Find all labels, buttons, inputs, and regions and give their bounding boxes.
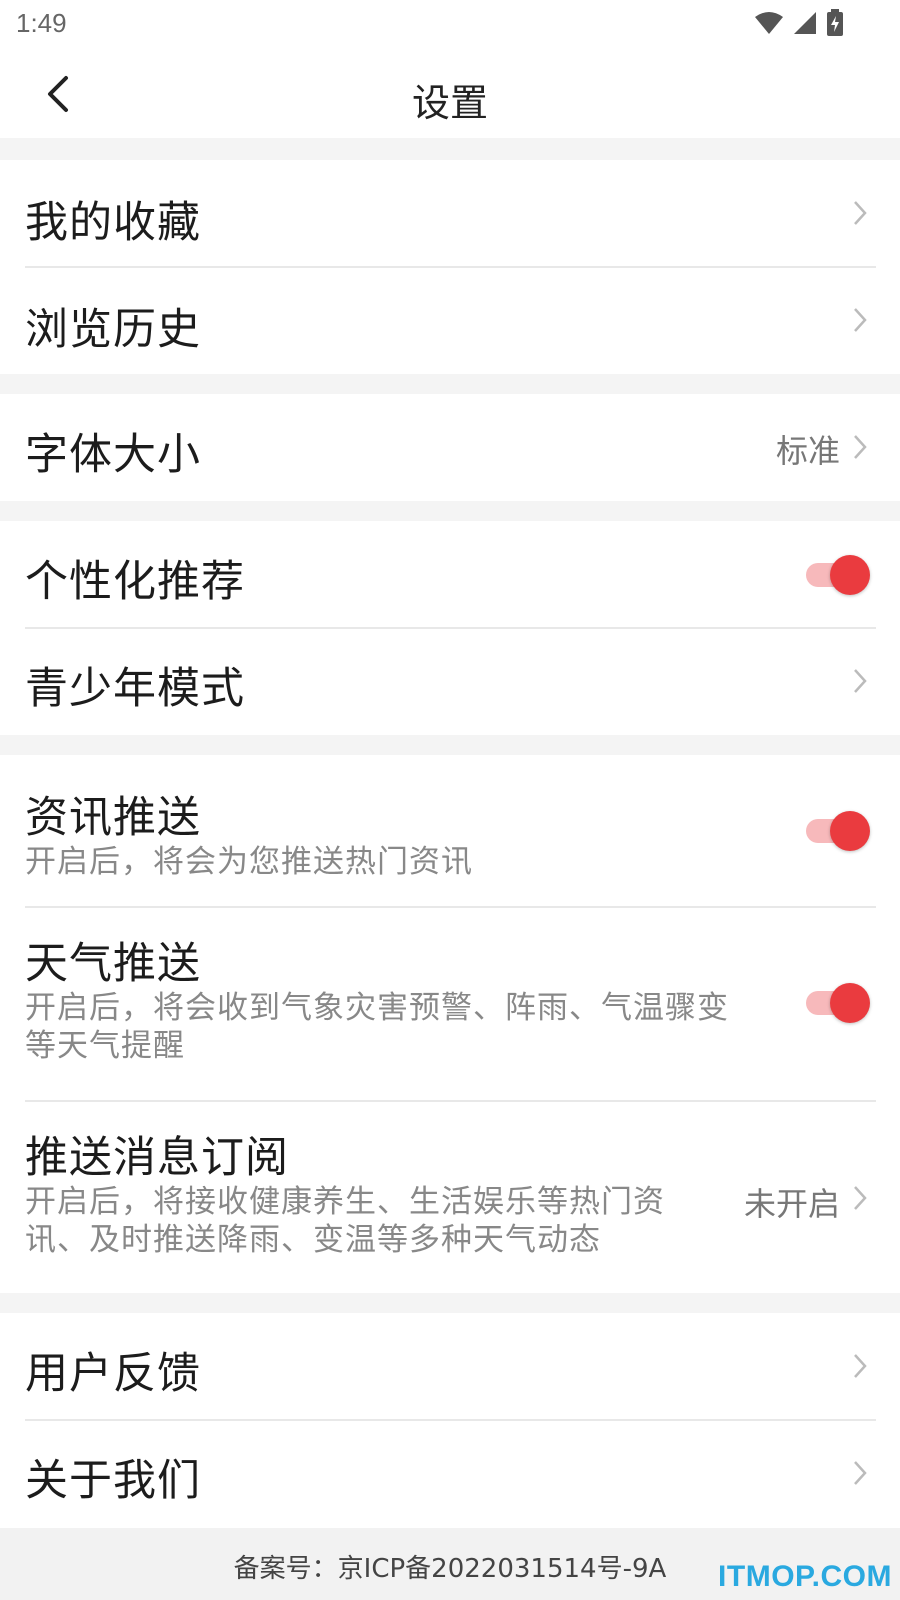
row-label: 关于我们	[25, 1456, 201, 1506]
font-size-value: 标准	[775, 432, 840, 470]
row-push-subscription[interactable]: 推送消息订阅 开启后，将接收健康养生、生活娱乐等热门资 讯、及时推送降雨、变温等…	[0, 1101, 900, 1293]
settings-group-favorites: 我的收藏 浏览历史	[0, 160, 900, 374]
app-header: 设置	[0, 50, 900, 138]
toggle-knob	[830, 983, 870, 1023]
chevron-right-icon	[854, 1186, 867, 1210]
chevron-right-icon	[854, 1461, 867, 1485]
chevron-right-icon	[854, 308, 867, 332]
page-title: 设置	[411, 81, 488, 125]
signal-icon	[794, 12, 816, 34]
row-label: 我的收藏	[25, 198, 201, 248]
row-label: 浏览历史	[25, 305, 201, 355]
chevron-right-icon	[854, 201, 867, 225]
settings-group-font: 字体大小 标准	[0, 394, 900, 501]
row-description: 开启后，将会为您推送热门资讯	[25, 844, 473, 880]
row-label: 青少年模式	[25, 664, 245, 714]
subscription-status-value: 未开启	[743, 1185, 840, 1223]
personalized-recommend-toggle[interactable]	[806, 555, 870, 595]
row-my-favorites[interactable]: 我的收藏	[0, 160, 900, 267]
battery-icon	[827, 9, 843, 36]
status-bar: 1:49	[0, 0, 900, 50]
row-news-push: 资讯推送 开启后，将会为您推送热门资讯	[0, 755, 900, 907]
chevron-right-icon	[854, 435, 867, 459]
row-label: 推送消息订阅	[25, 1133, 289, 1183]
row-label: 资讯推送	[25, 793, 201, 843]
toggle-knob	[830, 811, 870, 851]
site-watermark: ITMOP.COM	[718, 1560, 892, 1593]
row-personalized-recommend: 个性化推荐	[0, 521, 900, 628]
chevron-right-icon	[854, 669, 867, 693]
chevron-right-icon	[854, 1354, 867, 1378]
row-label: 用户反馈	[25, 1349, 201, 1399]
row-label: 个性化推荐	[25, 557, 245, 607]
weather-push-toggle[interactable]	[806, 983, 870, 1023]
toggle-knob	[830, 555, 870, 595]
news-push-toggle[interactable]	[806, 811, 870, 851]
row-label: 天气推送	[25, 939, 201, 989]
row-user-feedback[interactable]: 用户反馈	[0, 1313, 900, 1420]
row-description-line2: 讯、及时推送降雨、变温等多种天气动态	[25, 1222, 601, 1258]
settings-group-push: 资讯推送 开启后，将会为您推送热门资讯 天气推送 开启后，将会收到气象灾害预警、…	[0, 755, 900, 1293]
row-description-line2: 等天气提醒	[25, 1028, 185, 1064]
row-browse-history[interactable]: 浏览历史	[0, 267, 900, 374]
row-about-us[interactable]: 关于我们	[0, 1420, 900, 1527]
wifi-icon	[755, 12, 783, 34]
row-youth-mode[interactable]: 青少年模式	[0, 628, 900, 735]
settings-group-about: 用户反馈 关于我们	[0, 1313, 900, 1528]
status-icons	[754, 8, 844, 38]
row-font-size[interactable]: 字体大小 标准	[0, 394, 900, 501]
row-label: 字体大小	[25, 430, 201, 480]
row-weather-push: 天气推送 开启后，将会收到气象灾害预警、阵雨、气温骤变 等天气提醒	[0, 907, 900, 1101]
row-description-line1: 开启后，将接收健康养生、生活娱乐等热门资	[25, 1184, 665, 1220]
settings-group-recommend: 个性化推荐 青少年模式	[0, 521, 900, 735]
status-time: 1:49	[16, 8, 67, 38]
row-description-line1: 开启后，将会收到气象灾害预警、阵雨、气温骤变	[25, 990, 729, 1026]
